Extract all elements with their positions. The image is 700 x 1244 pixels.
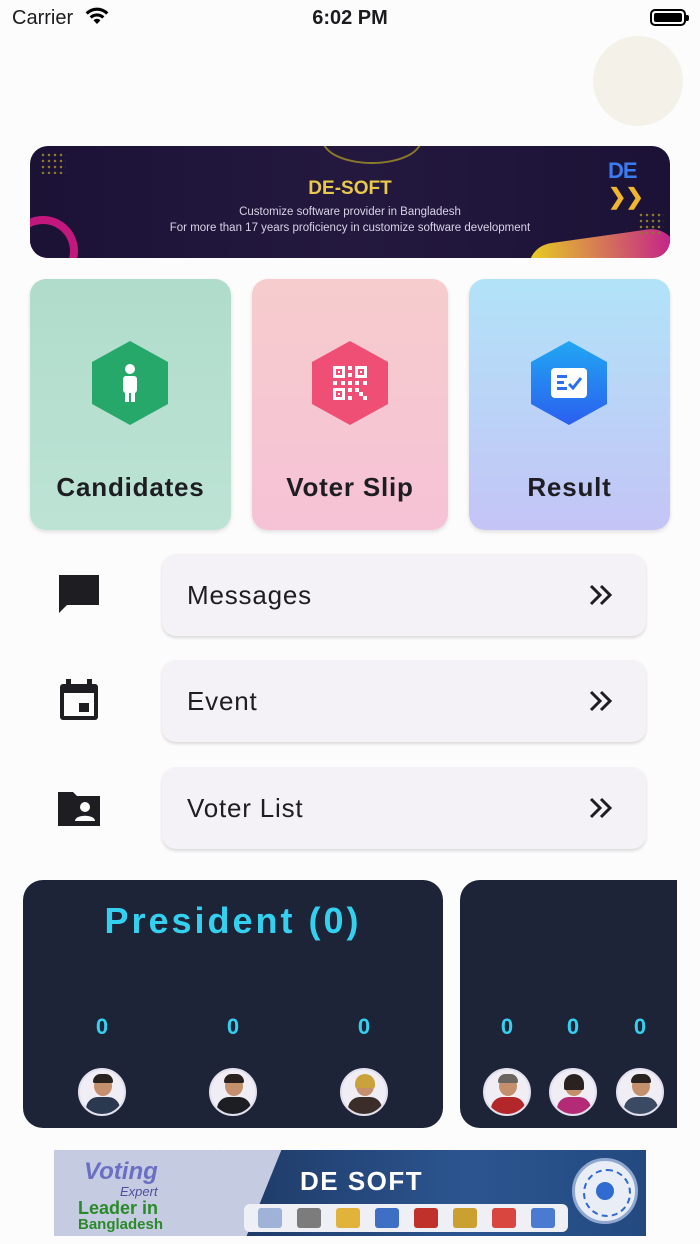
logo-text: DE xyxy=(608,158,638,183)
clock: 6:02 PM xyxy=(312,7,388,29)
ad-banner[interactable]: Voting Expert Leader in Bangladesh DE SO… xyxy=(54,1150,646,1236)
ad-voting-text: Voting xyxy=(84,1158,158,1185)
candidate-photo[interactable] xyxy=(549,1068,597,1116)
partner-logos xyxy=(244,1204,568,1232)
result-card[interactable]: Result xyxy=(469,279,670,530)
chevron-double-right-icon xyxy=(588,582,614,613)
qr-code-icon xyxy=(312,341,388,425)
person-icon xyxy=(92,341,168,425)
ad-country-text: Bangladesh xyxy=(78,1216,164,1233)
messages-label: Messages xyxy=(187,580,312,610)
candidate-photo[interactable] xyxy=(483,1068,531,1116)
ad-expert-text: Expert xyxy=(120,1184,158,1199)
voter-slip-label: Voter Slip xyxy=(286,472,414,502)
checklist-icon xyxy=(531,341,607,425)
candidates-card[interactable]: Candidates xyxy=(30,279,231,530)
candidate-vote-count: 0 xyxy=(633,1014,647,1039)
banner-tagline-2: For more than 17 years proficiency in cu… xyxy=(169,222,531,234)
voter-slip-card[interactable]: Voter Slip xyxy=(252,279,448,530)
profile-avatar[interactable] xyxy=(593,36,683,126)
candidate-vote-count: 0 xyxy=(566,1014,580,1039)
folder-person-icon xyxy=(57,786,101,830)
chevron-double-right-icon xyxy=(588,688,614,719)
candidate-vote-count: 0 xyxy=(95,1014,109,1039)
candidate-vote-count: 0 xyxy=(226,1014,240,1039)
event-button[interactable]: Event xyxy=(162,660,646,742)
event-label: Event xyxy=(187,686,258,716)
result-label: Result xyxy=(527,472,612,502)
message-icon xyxy=(57,572,101,616)
candidates-label: Candidates xyxy=(56,472,205,502)
position-card-next[interactable]: 0 0 0 xyxy=(460,880,677,1128)
calendar-icon xyxy=(57,678,101,722)
candidate-photo[interactable] xyxy=(78,1068,126,1116)
position-title: President (0) xyxy=(104,900,362,941)
network-gear-icon xyxy=(572,1158,638,1224)
position-card-president[interactable]: President (0) 0 0 0 xyxy=(23,880,443,1128)
voter-list-button[interactable]: Voter List xyxy=(162,767,646,849)
banner-logo: DE ❯❯ xyxy=(608,158,644,209)
status-bar: Carrier 6:02 PM xyxy=(0,0,700,36)
battery-icon xyxy=(650,9,689,26)
banner-tagline: Customize software provider in Banglades… xyxy=(239,206,461,218)
chevron-double-right-icon xyxy=(588,795,614,826)
candidate-photo[interactable] xyxy=(209,1068,257,1116)
voter-list-label: Voter List xyxy=(187,793,304,823)
ad-company-name: DE SOFT xyxy=(300,1166,424,1196)
candidate-photo[interactable] xyxy=(340,1068,388,1116)
candidate-vote-count: 0 xyxy=(500,1014,514,1039)
banner-title: DE-SOFT xyxy=(308,178,392,199)
promo-banner[interactable]: DE-SOFT Customize software provider in B… xyxy=(30,146,670,258)
messages-button[interactable]: Messages xyxy=(162,554,646,636)
banner-arc xyxy=(322,146,422,164)
candidate-photo[interactable] xyxy=(616,1068,664,1116)
banner-dots xyxy=(40,152,66,174)
candidate-vote-count: 0 xyxy=(357,1014,371,1039)
